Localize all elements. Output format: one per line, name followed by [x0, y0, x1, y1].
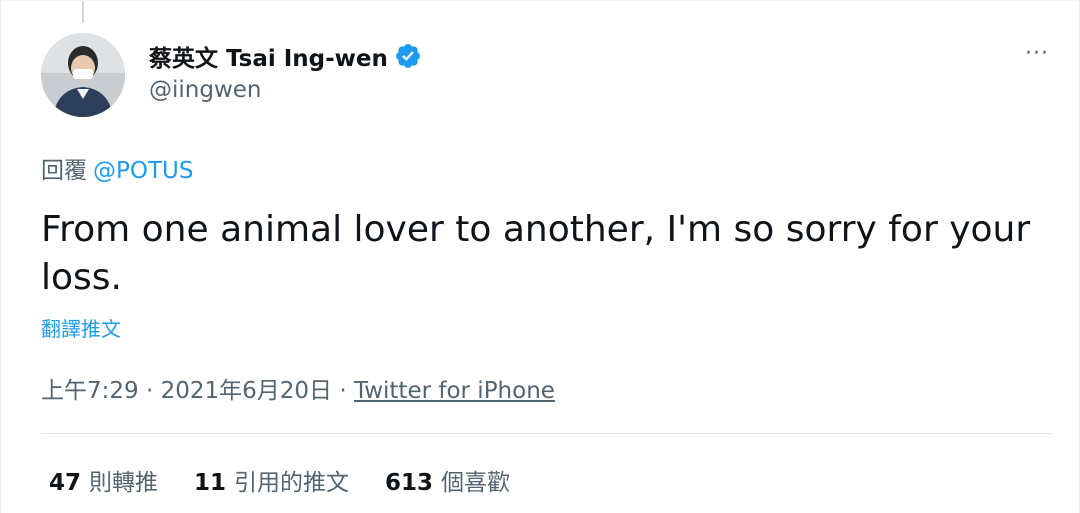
- retweets-label: 則轉推: [89, 470, 159, 496]
- tweet-date[interactable]: 2021年6月20日: [161, 378, 332, 404]
- quotes-count: 11: [194, 470, 227, 496]
- reply-prefix: 回覆: [41, 158, 87, 184]
- reply-mention-link[interactable]: @POTUS: [93, 158, 193, 184]
- likes-stat[interactable]: 613 個喜歡: [385, 463, 510, 497]
- thread-line: [82, 1, 84, 23]
- likes-count: 613: [385, 470, 434, 496]
- avatar[interactable]: [41, 33, 125, 117]
- tweet-text: From one animal lover to another, I'm so…: [41, 209, 1031, 298]
- likes-label: 個喜歡: [441, 470, 511, 496]
- reply-context: 回覆 @POTUS: [41, 151, 193, 185]
- author-display-name[interactable]: 蔡英文 Tsai Ing-wen: [149, 39, 388, 73]
- retweets-count: 47: [49, 470, 82, 496]
- quotes-label: 引用的推文: [234, 470, 350, 496]
- quotes-stat[interactable]: 11 引用的推文: [194, 463, 349, 497]
- more-horizontal-icon: ···: [1025, 41, 1049, 66]
- tweet-card: 蔡英文 Tsai Ing-wen @iingwen ··· 回覆 @POTUS F…: [0, 0, 1080, 513]
- verified-badge-icon: [395, 44, 420, 68]
- divider: [41, 433, 1051, 434]
- translate-tweet-link[interactable]: 翻譯推文: [41, 313, 121, 342]
- retweets-stat[interactable]: 47 則轉推: [49, 463, 158, 497]
- author-handle[interactable]: @iingwen: [149, 77, 422, 103]
- avatar-image: [41, 33, 125, 117]
- tweet-time[interactable]: 上午7:29: [41, 378, 139, 404]
- meta-separator: ·: [138, 378, 161, 404]
- author-block: 蔡英文 Tsai Ing-wen @iingwen: [149, 39, 422, 103]
- more-options-button[interactable]: ···: [1025, 41, 1049, 66]
- tweet-source-link[interactable]: Twitter for iPhone: [354, 378, 555, 404]
- tweet-meta: 上午7:29 · 2021年6月20日 · Twitter for iPhone: [41, 371, 555, 405]
- meta-separator: ·: [332, 378, 354, 404]
- tweet-stats: 47 則轉推 11 引用的推文 613 個喜歡: [49, 463, 546, 497]
